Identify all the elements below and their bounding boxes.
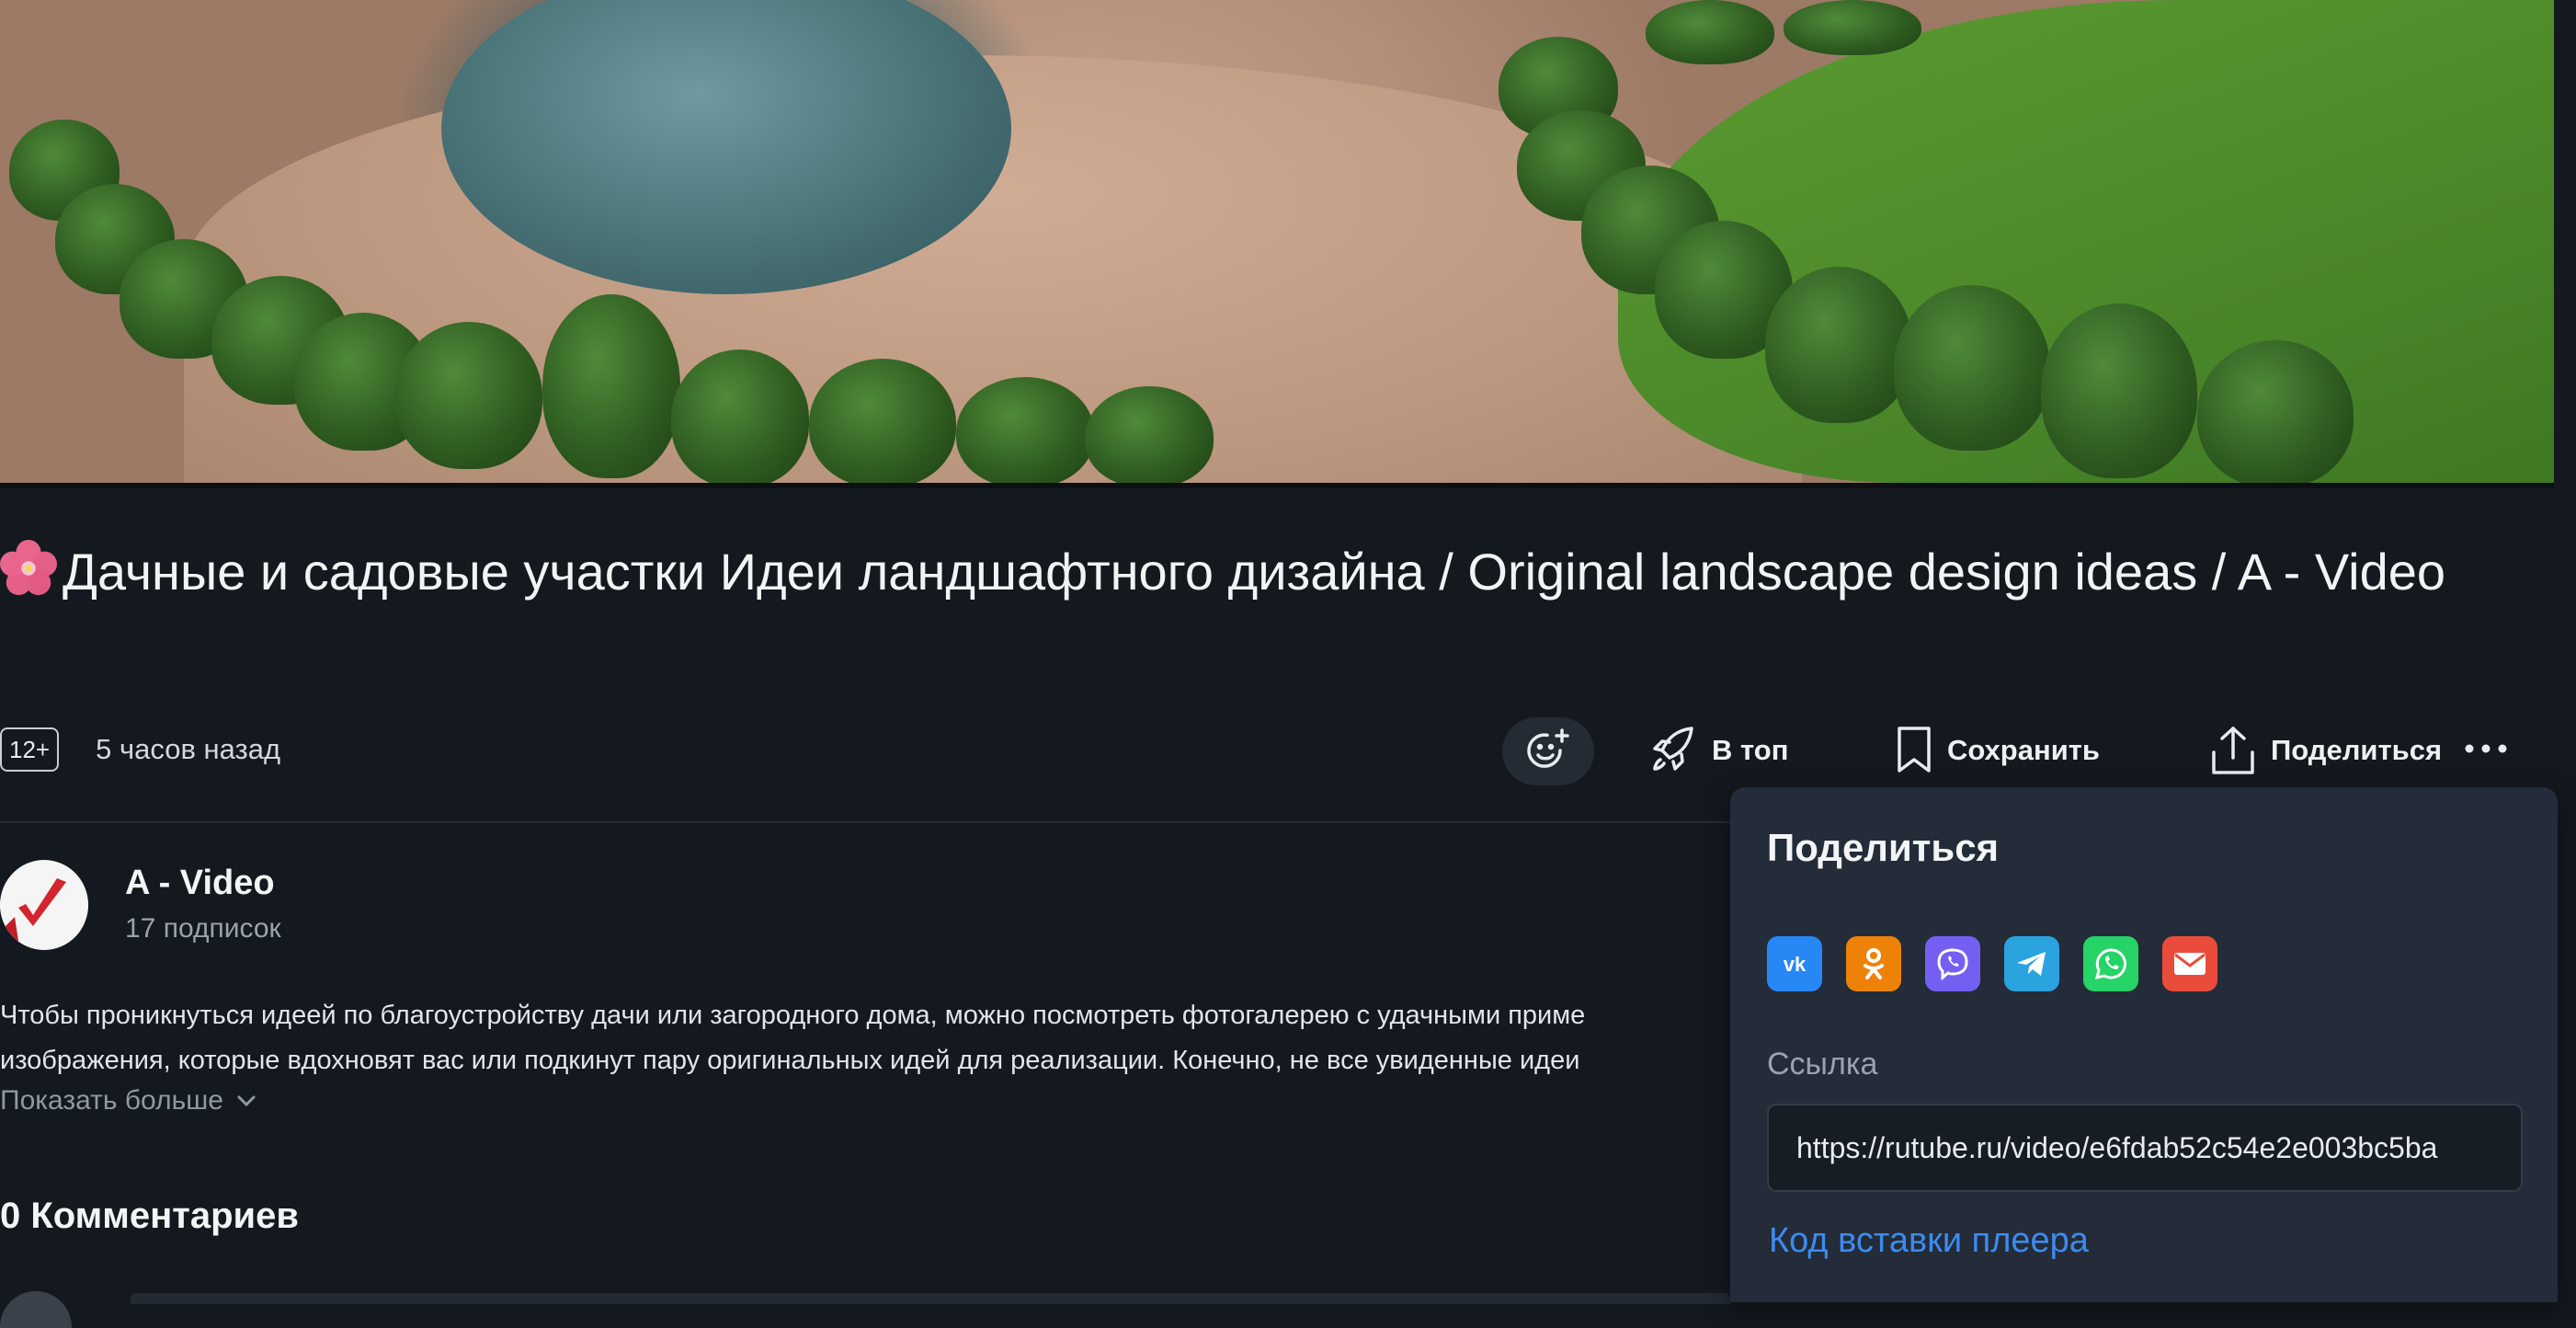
share-services: vk — [1767, 936, 2217, 991]
video-player[interactable] — [0, 0, 2554, 483]
description-line: Чтобы проникнуться идеей по благоустройс… — [0, 1001, 1586, 1030]
svg-text:vk: vk — [1784, 953, 1807, 976]
share-vk-button[interactable]: vk — [1767, 936, 1822, 991]
chevron-down-icon — [237, 1095, 256, 1107]
share-telegram-button[interactable] — [2004, 936, 2059, 991]
save-button[interactable]: Сохранить — [1894, 723, 2100, 778]
video-frame-bush — [809, 359, 956, 483]
video-title: Дачные и садовые участки Идеи ландшафтно… — [0, 535, 2556, 609]
video-frame-bush — [2041, 303, 2197, 478]
video-frame-bush — [671, 349, 809, 483]
video-title-text: Дачные и садовые участки Идеи ландшафтно… — [63, 543, 2446, 601]
vk-icon: vk — [1784, 953, 1807, 976]
video-frame-bush — [1646, 0, 1774, 64]
share-viber-button[interactable] — [1925, 936, 1980, 991]
video-frame-bush — [1085, 386, 1214, 483]
share-link-field[interactable] — [1767, 1104, 2523, 1192]
save-button-label: Сохранить — [1947, 734, 2100, 766]
checkmark-logo-icon — [0, 861, 88, 949]
share-popup: Поделиться vk Ссылка https://rutube.ru/v… — [1730, 787, 2558, 1302]
viber-icon — [1937, 948, 1968, 981]
channel-subscribers: 17 подписок — [125, 913, 281, 944]
age-rating-badge: 12+ — [0, 727, 60, 772]
link-label: Ссылка — [1767, 1047, 1878, 1082]
share-odnoklassniki-button[interactable] — [1846, 936, 1901, 991]
comment-input[interactable] — [131, 1293, 1730, 1304]
more-horizontal-icon — [2465, 744, 2507, 753]
video-frame-bush — [1784, 0, 1921, 55]
comment-user-avatar — [0, 1291, 72, 1328]
share-button-label: Поделиться — [2271, 734, 2443, 766]
video-frame-bush — [1894, 285, 2050, 451]
show-more-label: Показать больше — [0, 1085, 223, 1116]
video-frame-bush — [956, 377, 1094, 483]
player-bottom-edge — [0, 483, 2554, 488]
share-popup-title: Поделиться — [1767, 826, 2000, 869]
video-frame-bush — [395, 322, 542, 469]
share-icon — [2212, 727, 2254, 774]
video-description: Чтобы проникнуться идеей по благоустройс… — [0, 993, 1730, 1083]
whatsapp-icon — [2094, 948, 2126, 980]
video-meta: 12+ 5 часов назад — [0, 727, 280, 773]
video-frame-bush — [2197, 340, 2354, 483]
channel-name[interactable]: A - Video — [125, 864, 275, 903]
emoji-add-icon — [1527, 728, 1569, 768]
email-icon — [2174, 953, 2206, 975]
publish-time: 5 часов назад — [96, 733, 281, 765]
description-line: изображения, которые вдохновят вас или п… — [0, 1046, 1580, 1075]
channel-avatar[interactable] — [0, 860, 88, 950]
top-button[interactable]: В топ — [1647, 723, 1788, 778]
more-button[interactable] — [2460, 727, 2512, 771]
reaction-button[interactable] — [1502, 717, 1594, 785]
share-button[interactable]: Поделиться — [2208, 723, 2442, 778]
video-frame-bush — [1765, 267, 1912, 423]
share-whatsapp-button[interactable] — [2083, 936, 2138, 991]
telegram-icon — [2017, 952, 2046, 976]
divider — [0, 821, 1730, 823]
odnoklassniki-icon — [1864, 948, 1884, 979]
video-frame-bush — [542, 294, 680, 478]
rocket-icon — [1653, 727, 1693, 771]
top-button-label: В топ — [1712, 734, 1789, 766]
bookmark-icon — [1898, 727, 1931, 773]
embed-code-link[interactable]: Код вставки плеера — [1769, 1221, 2089, 1261]
comments-heading: 0 Комментариев — [0, 1196, 299, 1236]
share-email-button[interactable] — [2162, 936, 2217, 991]
show-more-button[interactable]: Показать больше — [0, 1085, 256, 1116]
hibiscus-icon — [0, 540, 57, 596]
